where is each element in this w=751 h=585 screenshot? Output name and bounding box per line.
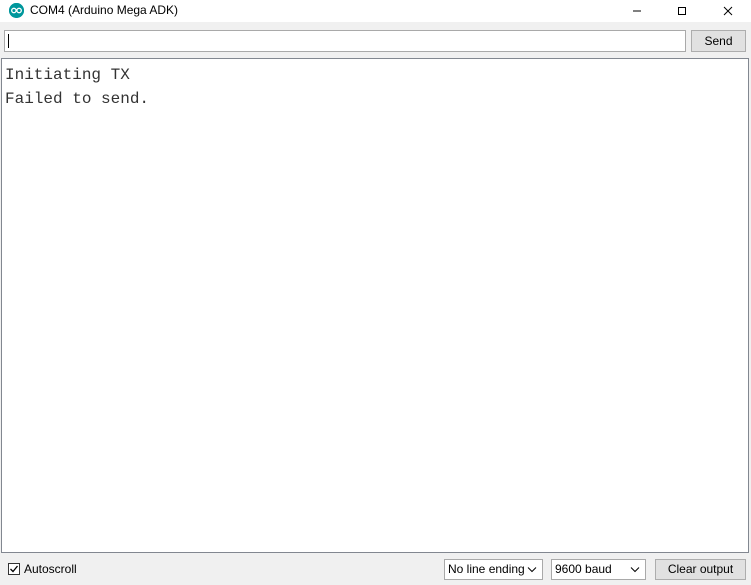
maximize-icon (678, 7, 686, 15)
serial-output[interactable]: Initiating TX Failed to send. (1, 58, 749, 553)
text-caret (8, 34, 9, 48)
close-icon (723, 6, 733, 16)
minimize-icon (633, 10, 641, 12)
checkmark-icon (10, 565, 19, 573)
title-bar[interactable]: COM4 (Arduino Mega ADK) (0, 0, 751, 22)
arduino-logo-icon (9, 3, 24, 18)
autoscroll-toggle[interactable]: Autoscroll (8, 562, 77, 576)
autoscroll-label: Autoscroll (24, 562, 77, 576)
send-button[interactable]: Send (691, 30, 746, 52)
baud-rate-value: 9600 baud (555, 562, 612, 576)
output-line: Initiating TX (5, 66, 130, 84)
serial-monitor-window: COM4 (Arduino Mega ADK) Send Initiating … (0, 0, 751, 585)
window-title: COM4 (Arduino Mega ADK) (30, 3, 179, 17)
maximize-button[interactable] (659, 0, 705, 22)
chevron-down-icon (630, 567, 640, 573)
serial-send-input[interactable] (4, 30, 686, 52)
chevron-down-icon (527, 567, 537, 573)
baud-rate-select[interactable]: 9600 baud (551, 559, 646, 580)
clear-output-button[interactable]: Clear output (655, 559, 746, 580)
autoscroll-checkbox[interactable] (8, 563, 20, 575)
line-ending-select[interactable]: No line ending (444, 559, 543, 580)
close-button[interactable] (705, 0, 751, 22)
line-ending-value: No line ending (448, 562, 525, 576)
minimize-button[interactable] (614, 0, 660, 22)
output-line: Failed to send. (5, 90, 150, 108)
